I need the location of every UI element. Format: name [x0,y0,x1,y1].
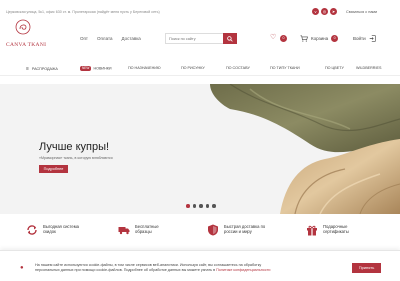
logo-icon [15,19,31,35]
login-icon [369,35,376,42]
feature-text: Бесплатные образцы [135,224,159,234]
heart-icon: ♡ [270,34,277,41]
search-icon [227,35,233,42]
favorites-count-badge: 0 [280,35,287,42]
instagram-icon[interactable]: ◎ [321,8,328,15]
top-bar: Церковская улица, 5к1, офис 630 ст. м. П… [0,0,400,26]
slider-dot[interactable] [212,204,216,208]
category-new-label: Новинки [93,66,112,71]
category-by-pattern[interactable]: По рисунку [181,66,205,70]
category-by-composition[interactable]: По составу [226,66,250,70]
search-bar [165,33,237,44]
nav-payment[interactable]: Оплата [97,36,112,41]
hero-more-button[interactable]: Подробнее [39,165,68,173]
slider-dot[interactable] [186,204,190,208]
category-sale-label: Распродажа [31,67,58,71]
feature-text: Быстрая доставка по россии и миру [224,224,265,234]
category-by-fabric-type[interactable]: По типу ткани [270,66,300,70]
gift-icon [307,225,317,236]
slider-dots [186,204,216,208]
social-links: v ◎ ➤ [312,8,337,15]
login-button[interactable]: Войти [353,35,376,42]
category-nav: ≡ Распродажа NEW Новинки По назначению По … [0,62,400,76]
cart-label: Корзина [311,36,329,41]
search-input[interactable] [166,34,223,43]
feature-discounts: Выгодная система скидок [26,224,79,236]
slider-dot[interactable] [205,204,209,208]
category-by-color[interactable]: По цвету [325,66,344,70]
category-by-purpose[interactable]: По назначению [128,66,161,70]
slider-dot[interactable] [199,204,203,208]
nav-delivery[interactable]: Доставка [121,36,140,41]
accept-cookies-button[interactable]: Принять [352,263,381,273]
contact-link[interactable]: Связаться с нами [346,10,377,14]
nav-wholesale[interactable]: Опт [80,36,88,41]
feature-samples: Бесплатные образцы [118,224,159,236]
privacy-policy-link[interactable]: Политике конфиденциальности [216,268,270,272]
cookie-banner: ● На нашем сайте используются cookie-фай… [0,250,400,281]
feature-certificates: Подарочные сертификаты [306,224,349,236]
logo-text: CANVA TKANI [6,42,47,48]
site-logo[interactable]: CANVA TKANI [6,19,47,59]
cookie-icon: ● [20,265,24,271]
cookie-line-2: персональных данных при помощи cookie-фа… [35,268,270,273]
feature-text: Выгодная система скидок [43,224,79,234]
menu-icon: ≡ [26,66,29,72]
cart-icon [300,35,308,42]
category-sale[interactable]: ≡ Распродажа [26,66,58,72]
telegram-icon[interactable]: ➤ [330,8,337,15]
cookie-line-text: персональных данных при помощи cookie-фа… [35,268,216,273]
search-button[interactable] [223,33,237,44]
hero-subtitle: «Мраморная» ткань, в которую влюбляются [39,156,113,160]
slider-dot[interactable] [192,204,196,208]
hero-title: Лучше купры! [39,141,110,153]
new-badge: NEW [80,66,92,71]
features-row: Выгодная система скидок Бесплатные образцы… [0,224,400,246]
feature-line: скидок [43,229,56,235]
cart-button[interactable]: Корзина 0 [300,35,339,42]
truck-icon [118,227,130,235]
login-label: Войти [353,36,366,41]
cookie-text: На нашем сайте используются cookie-файлы… [35,263,270,273]
feature-line: образцы [135,229,152,235]
top-nav: Опт Оплата Доставка [80,36,141,41]
favorites-button[interactable]: ♡ [270,34,276,41]
shield-icon [208,224,218,236]
refresh-icon [27,225,37,235]
category-wildberries[interactable]: Wildberries [356,66,381,70]
hero-slider: Лучше купры! «Мраморная» ткань, в котору… [0,84,400,214]
category-new[interactable]: NEW Новинки [80,66,112,71]
feature-delivery: Быстрая доставка по россии и миру [207,224,265,236]
fabric-image [210,84,400,214]
feature-text: Подарочные сертификаты [323,224,349,234]
feature-line: сертификаты [323,229,349,235]
feature-line: россии и миру [224,229,252,235]
store-address: Церковская улица, 5к1, офис 630 ст. м. П… [6,10,160,14]
vk-icon[interactable]: v [312,8,319,15]
cart-count-badge: 0 [331,35,339,42]
